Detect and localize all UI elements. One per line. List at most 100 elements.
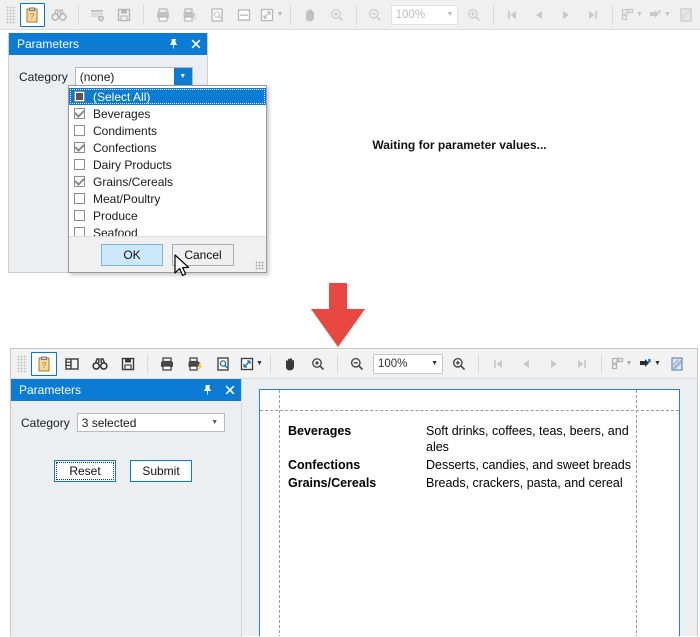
quick-print-button-top[interactable] xyxy=(177,3,202,27)
checkbox-unchecked-icon[interactable] xyxy=(74,210,85,221)
print-button-top[interactable] xyxy=(150,3,175,27)
toolbar-drag-grip[interactable] xyxy=(17,354,27,373)
zoom-in-button-top[interactable] xyxy=(461,3,486,27)
quick-print-button-bottom[interactable] xyxy=(182,352,208,376)
refresh-data-button-top[interactable] xyxy=(85,3,110,27)
zoom-to-fit-button-bottom[interactable]: ▼ xyxy=(238,352,264,376)
magnifier-tool-button-bottom[interactable] xyxy=(305,352,331,376)
export-document-button-bottom[interactable]: ▼ xyxy=(636,352,662,376)
parameters-panel-titlebar: Parameters xyxy=(9,33,207,55)
multipage-view-button-bottom[interactable]: ▼ xyxy=(608,352,634,376)
close-icon[interactable] xyxy=(185,33,207,55)
resize-grip[interactable] xyxy=(255,261,264,270)
first-page-button-bottom[interactable] xyxy=(485,352,511,376)
chevron-down-icon[interactable]: ▼ xyxy=(276,11,283,18)
dropdown-item-grains-cereals[interactable]: Grains/Cereals xyxy=(69,173,266,190)
zoom-combo-top[interactable]: 100% ▼ xyxy=(390,4,459,25)
last-page-button-top[interactable] xyxy=(581,3,606,27)
zoom-out-icon xyxy=(349,356,365,372)
category-dropdown-popup: (Select All) Beverages Condiments Confec… xyxy=(68,85,267,273)
toolbar-drag-grip[interactable] xyxy=(6,5,16,24)
magnifier-tool-button-top[interactable] xyxy=(324,3,349,27)
dropdown-item-dairy-products[interactable]: Dairy Products xyxy=(69,156,266,173)
save-button-bottom[interactable] xyxy=(115,352,141,376)
zoom-level-value: 100% xyxy=(378,357,408,370)
parameters-panel-toggle-top[interactable]: ? xyxy=(19,2,45,27)
find-button-top[interactable] xyxy=(47,3,72,27)
checkbox-unchecked-icon[interactable] xyxy=(74,125,85,136)
dropdown-item-condiments[interactable]: Condiments xyxy=(69,122,266,139)
previous-page-button-bottom[interactable] xyxy=(513,352,539,376)
chevron-down-icon[interactable]: ▼ xyxy=(256,360,263,367)
svg-text:?: ? xyxy=(30,12,35,21)
next-page-button-top[interactable] xyxy=(554,3,579,27)
category-combo-bottom[interactable]: 3 selected ▼ xyxy=(76,413,225,432)
chevron-down-icon[interactable]: ▼ xyxy=(206,414,224,431)
parameters-panel-toggle-bottom[interactable]: ? xyxy=(31,351,57,376)
zoom-out-button-bottom[interactable] xyxy=(344,352,370,376)
scale-button-top[interactable] xyxy=(231,3,256,27)
reset-button[interactable]: Reset xyxy=(54,460,116,482)
toolbar-separator xyxy=(147,353,148,374)
previous-page-button-top[interactable] xyxy=(527,3,552,27)
last-page-button-bottom[interactable] xyxy=(569,352,595,376)
next-page-icon xyxy=(559,8,573,22)
parameters-panel-bottom: Parameters Category 3 selected ▼ Reset S… xyxy=(11,379,242,637)
dropdown-item-beverages[interactable]: Beverages xyxy=(69,105,266,122)
chevron-down-icon[interactable]: ▼ xyxy=(654,360,661,367)
next-page-button-bottom[interactable] xyxy=(541,352,567,376)
margin-guide-top xyxy=(260,410,679,411)
report-category-description: Desserts, candies, and sweet breads xyxy=(426,458,631,472)
save-button-top[interactable] xyxy=(112,3,137,27)
dropdown-item-label: Grains/Cereals xyxy=(93,174,174,189)
hand-tool-button-bottom[interactable] xyxy=(277,352,303,376)
report-row: Beverages Soft drinks, coffees, teas, be… xyxy=(288,423,669,455)
print-button-bottom[interactable] xyxy=(154,352,180,376)
zoom-to-fit-button-top[interactable]: ▼ xyxy=(258,3,284,27)
checkbox-indeterminate-icon[interactable] xyxy=(74,91,85,102)
report-preview-area[interactable]: Beverages Soft drinks, coffees, teas, be… xyxy=(242,379,697,636)
zoom-combo-bottom[interactable]: 100% ▼ xyxy=(373,353,443,374)
last-page-icon xyxy=(575,357,589,371)
chevron-down-icon[interactable]: ▼ xyxy=(431,360,438,367)
checkbox-checked-icon[interactable] xyxy=(74,142,85,153)
chevron-down-icon[interactable]: ▼ xyxy=(446,11,453,18)
first-page-button-top[interactable] xyxy=(499,3,524,27)
chevron-down-icon[interactable]: ▼ xyxy=(664,11,671,18)
watermark-button-top[interactable] xyxy=(674,3,699,27)
hand-tool-button-top[interactable] xyxy=(297,3,322,27)
printer-lightning-icon xyxy=(182,7,198,23)
dropdown-item-confections[interactable]: Confections xyxy=(69,139,266,156)
pin-icon[interactable] xyxy=(163,33,185,55)
find-button-bottom[interactable] xyxy=(87,352,113,376)
page-setup-button-top[interactable] xyxy=(204,3,229,27)
submit-button[interactable]: Submit xyxy=(130,460,192,482)
checkbox-unchecked-icon[interactable] xyxy=(74,193,85,204)
chevron-down-icon[interactable]: ▼ xyxy=(626,360,633,367)
ok-button[interactable]: OK xyxy=(101,243,163,266)
close-icon[interactable] xyxy=(219,379,241,401)
chevron-down-icon[interactable]: ▼ xyxy=(636,11,643,18)
page-setup-button-bottom[interactable] xyxy=(210,352,236,376)
dropdown-item-label: Confections xyxy=(93,140,157,155)
watermark-button-bottom[interactable] xyxy=(664,352,690,376)
document-map-button-bottom[interactable] xyxy=(59,352,85,376)
dropdown-item-meat-poultry[interactable]: Meat/Poultry xyxy=(69,190,266,207)
category-combo-top[interactable]: (none) ▼ xyxy=(74,67,193,86)
dropdown-item-produce[interactable]: Produce xyxy=(69,207,266,224)
svg-text:?: ? xyxy=(42,361,47,370)
multipage-view-button-top[interactable]: ▼ xyxy=(619,3,644,27)
printer-icon xyxy=(159,356,175,372)
zoom-in-button-bottom[interactable] xyxy=(446,352,472,376)
checkbox-checked-icon[interactable] xyxy=(74,176,85,187)
report-category-name: Grains/Cereals xyxy=(288,476,377,490)
chevron-down-icon[interactable]: ▼ xyxy=(173,68,192,85)
document-preview-area-top: Waiting for parameter values... xyxy=(209,33,700,281)
report-category-name: Beverages xyxy=(288,424,352,438)
zoom-out-button-top[interactable] xyxy=(363,3,388,27)
checkbox-unchecked-icon[interactable] xyxy=(74,159,85,170)
checkbox-checked-icon[interactable] xyxy=(74,108,85,119)
pin-icon[interactable] xyxy=(197,379,219,401)
dropdown-item-select-all[interactable]: (Select All) xyxy=(69,88,266,105)
export-document-button-top[interactable]: ▼ xyxy=(646,3,672,27)
